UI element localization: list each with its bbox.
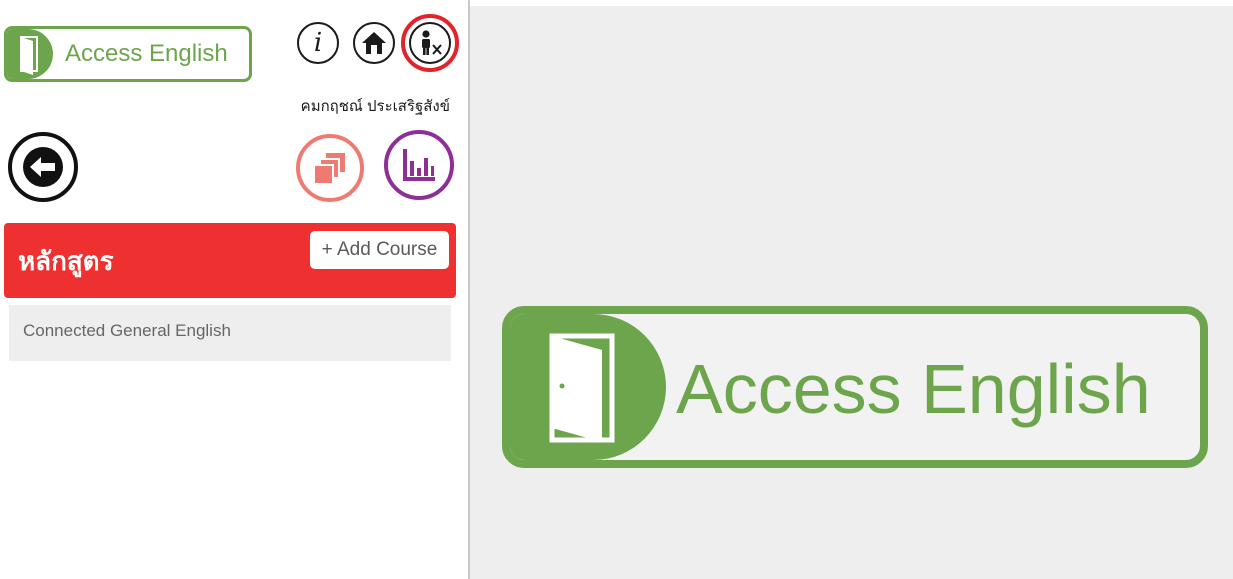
user-name: คมกฤชณ์ ประเสริฐสังข์ xyxy=(300,98,450,115)
cards-icon[interactable] xyxy=(296,134,364,202)
sidebar: Access English i คมกฤชณ์ ประเสริฐสังข์ ห… xyxy=(0,0,552,579)
main-logo: Access English xyxy=(502,306,1208,468)
main-logo-text: Access English xyxy=(676,350,1151,428)
course-header: หลักสูตร + Add Course xyxy=(4,223,456,298)
home-icon[interactable] xyxy=(353,22,395,64)
stats-icon[interactable] xyxy=(384,130,454,200)
back-arrow-icon[interactable] xyxy=(8,132,78,202)
app-logo[interactable]: Access English xyxy=(4,26,252,82)
info-icon[interactable]: i xyxy=(297,22,339,64)
door-icon xyxy=(7,29,53,79)
highlight-circle xyxy=(401,14,459,72)
logo-text: Access English xyxy=(65,40,228,67)
main-panel xyxy=(470,6,1233,579)
course-list-item[interactable]: Connected General English xyxy=(9,305,451,361)
course-section-title: หลักสูตร xyxy=(18,246,114,276)
door-icon xyxy=(510,314,666,460)
add-course-button[interactable]: + Add Course xyxy=(310,231,449,269)
